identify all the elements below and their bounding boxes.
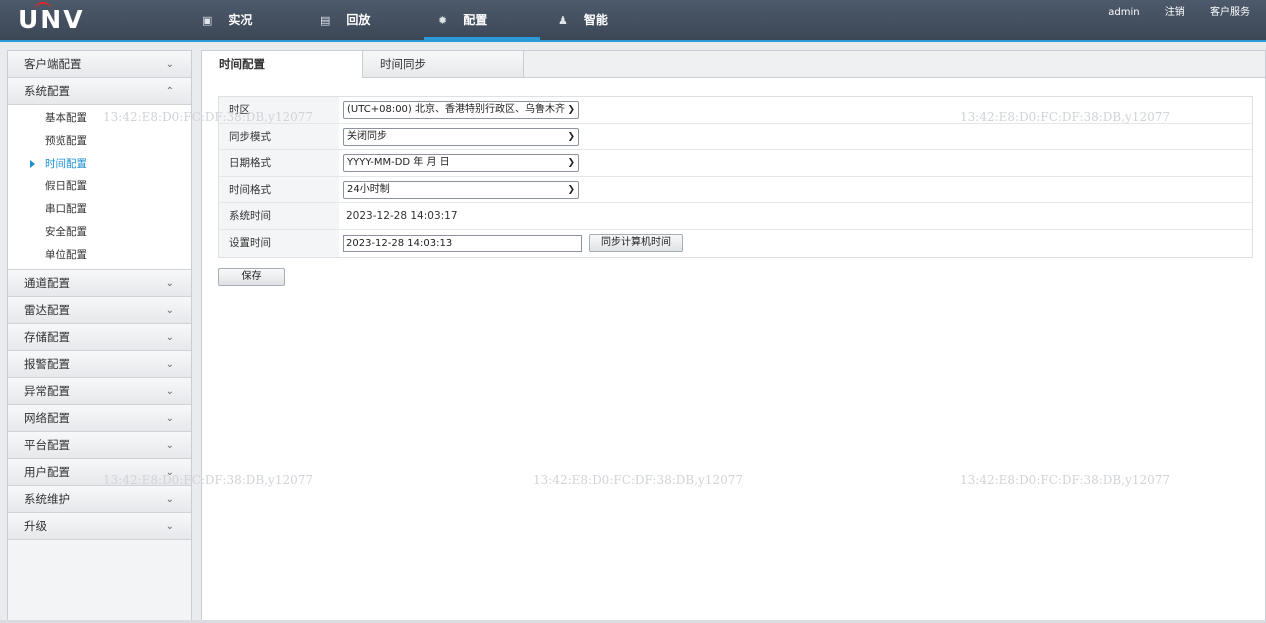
person-icon: ♟: [558, 13, 568, 27]
sidebar-group-network[interactable]: 网络配置 ⌄: [8, 404, 191, 432]
date-format-row: 日期格式 YYYY-MM-DD 年 月 日 ❯: [219, 150, 1252, 177]
date-format-label: 日期格式: [219, 150, 339, 176]
sidebar-group-exception[interactable]: 异常配置 ⌄: [8, 377, 191, 405]
chevron-down-icon: ❯: [567, 131, 575, 142]
time-format-select[interactable]: 24小时制 ❯: [343, 180, 579, 199]
sidebar-group-alarm[interactable]: 报警配置 ⌄: [8, 350, 191, 378]
chevron-down-icon: ⌄: [165, 304, 174, 316]
chevron-down-icon: ⌄: [165, 331, 174, 343]
chevron-down-icon: ⌄: [165, 493, 174, 505]
tab-time-sync[interactable]: 时间同步: [363, 51, 524, 77]
chevron-down-icon: ⌄: [165, 466, 174, 478]
sidebar-group-client[interactable]: 客户端配置 ⌄: [8, 51, 191, 78]
sync-pc-time-button[interactable]: 同步计算机时间: [589, 233, 683, 252]
chevron-down-icon: ⌄: [165, 59, 174, 70]
nav-live[interactable]: ▣ 实况: [188, 0, 266, 40]
sidebar-item-time[interactable]: 时间配置: [8, 153, 191, 176]
sidebar-group-platform[interactable]: 平台配置 ⌄: [8, 431, 191, 459]
set-time-input[interactable]: 2023-12-28 14:03:13: [343, 234, 582, 252]
sidebar-item-basic[interactable]: 基本配置: [8, 107, 191, 130]
time-format-label: 时间格式: [219, 176, 339, 203]
sidebar-group-radar[interactable]: 雷达配置 ⌄: [8, 296, 191, 324]
system-time-label: 系统时间: [219, 203, 339, 229]
service-link[interactable]: 客户服务: [1210, 7, 1250, 18]
chevron-down-icon: ⌄: [165, 358, 174, 370]
chevron-down-icon: ❯: [567, 184, 575, 195]
timezone-label: 时区: [219, 97, 339, 123]
sidebar-group-storage[interactable]: 存储配置 ⌄: [8, 323, 191, 351]
set-time-label: 设置时间: [219, 229, 339, 257]
sidebar-item-security[interactable]: 安全配置: [8, 221, 191, 244]
gear-icon: ✹: [438, 13, 448, 27]
config-sidebar: 客户端配置 ⌄ 系统配置 ⌃ 基本配置 预览配置 时间配置 假日配置 串口配置 …: [7, 50, 192, 621]
main-panel: 时间配置 时间同步 时区 (UTC+08:00) 北京、香港特别行政区、乌鲁木齐…: [201, 50, 1266, 621]
time-format-row: 时间格式 24小时制 ❯: [219, 176, 1252, 204]
top-nav-bar: UNV ▣ 实况 ▤ 回放 ✹ 配置 ♟ 智能 admin 注销 客户服务: [0, 0, 1266, 42]
chevron-down-icon: ⌄: [165, 439, 174, 451]
sidebar-item-unit[interactable]: 单位配置: [8, 244, 191, 267]
monitor-icon: ▣: [202, 13, 213, 27]
sidebar-group-upgrade[interactable]: 升级 ⌄: [8, 512, 191, 540]
logout-link[interactable]: 注销: [1165, 7, 1185, 18]
timezone-select[interactable]: (UTC+08:00) 北京、香港特别行政区、乌鲁木齐 ❯: [343, 101, 579, 119]
film-icon: ▤: [320, 13, 331, 27]
sidebar-item-preview[interactable]: 预览配置: [8, 130, 191, 153]
chevron-down-icon: ❯: [567, 105, 575, 115]
sidebar-group-user[interactable]: 用户配置 ⌄: [8, 458, 191, 486]
nav-playback[interactable]: ▤ 回放: [306, 0, 384, 40]
chevron-down-icon: ⌄: [165, 385, 174, 397]
sidebar-subitems-system: 基本配置 预览配置 时间配置 假日配置 串口配置 安全配置 单位配置: [8, 105, 191, 270]
save-button[interactable]: 保存: [218, 268, 285, 286]
sync-mode-select[interactable]: 关闭同步 ❯: [343, 127, 579, 146]
top-links: admin 注销 客户服务: [1086, 3, 1250, 18]
chevron-down-icon: ⌄: [165, 520, 174, 532]
nav-config[interactable]: ✹ 配置: [424, 0, 540, 40]
username-link[interactable]: admin: [1108, 7, 1139, 18]
system-time-value: 2023-12-28 14:03:17: [346, 210, 458, 223]
timezone-row: 时区 (UTC+08:00) 北京、香港特别行政区、乌鲁木齐 ❯: [219, 97, 1252, 124]
sidebar-item-holiday[interactable]: 假日配置: [8, 175, 191, 198]
system-time-row: 系统时间 2023-12-28 14:03:17: [219, 203, 1252, 230]
sync-mode-row: 同步模式 关闭同步 ❯: [219, 123, 1252, 151]
brand-logo: UNV: [18, 5, 85, 34]
sidebar-group-channel[interactable]: 通道配置 ⌄: [8, 269, 191, 297]
sidebar-item-serial[interactable]: 串口配置: [8, 198, 191, 221]
chevron-down-icon: ⌄: [165, 277, 174, 289]
chevron-up-icon: ⌃: [165, 86, 174, 97]
chevron-down-icon: ❯: [567, 158, 575, 169]
tab-time-config[interactable]: 时间配置: [202, 51, 363, 78]
sidebar-group-maintenance[interactable]: 系统维护 ⌄: [8, 485, 191, 513]
tab-bar: 时间配置 时间同步: [202, 51, 1265, 78]
sync-mode-label: 同步模式: [219, 123, 339, 150]
set-time-row: 设置时间 2023-12-28 14:03:13 同步计算机时间: [219, 229, 1252, 257]
sidebar-group-system[interactable]: 系统配置 ⌃: [8, 78, 191, 105]
date-format-select[interactable]: YYYY-MM-DD 年 月 日 ❯: [343, 154, 579, 173]
time-config-form: 时区 (UTC+08:00) 北京、香港特别行政区、乌鲁木齐 ❯ 同步模式 关闭…: [218, 96, 1253, 258]
nav-intelligent[interactable]: ♟ 智能: [544, 0, 622, 40]
chevron-down-icon: ⌄: [165, 412, 174, 424]
